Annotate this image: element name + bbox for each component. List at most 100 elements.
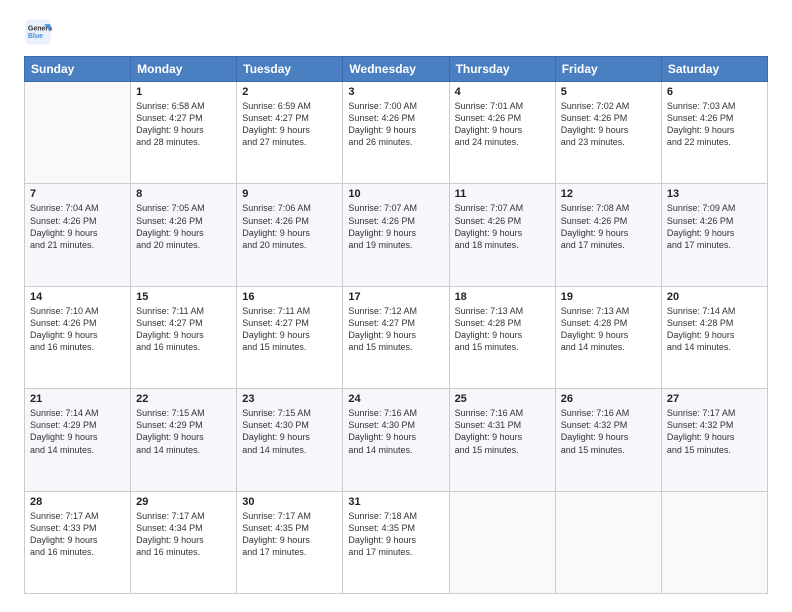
day-number: 31	[348, 496, 443, 508]
day-info: Sunrise: 7:16 AM Sunset: 4:31 PM Dayligh…	[455, 407, 550, 456]
day-number: 3	[348, 86, 443, 98]
day-number: 13	[667, 188, 762, 200]
day-number: 19	[561, 291, 656, 303]
calendar-cell	[25, 82, 131, 184]
calendar-week-row: 21Sunrise: 7:14 AM Sunset: 4:29 PM Dayli…	[25, 389, 768, 491]
day-info: Sunrise: 7:13 AM Sunset: 4:28 PM Dayligh…	[561, 305, 656, 354]
day-number: 30	[242, 496, 337, 508]
calendar-cell: 11 Sunrise: 7:07 AM Sunset: 4:26 PM Dayli…	[449, 184, 555, 286]
day-info: Sunrise: 7:06 AM Sunset: 4:26 PM Dayligh…	[242, 202, 337, 251]
calendar-week-row: 7Sunrise: 7:04 AM Sunset: 4:26 PM Daylig…	[25, 184, 768, 286]
day-info: Sunrise: 6:59 AM Sunset: 4:27 PM Dayligh…	[242, 100, 337, 149]
calendar-week-row: 14 Sunrise: 7:10 AM Sunset: 4:26 PM Dayli…	[25, 286, 768, 388]
day-info: Sunrise: 6:58 AM Sunset: 4:27 PM Dayligh…	[136, 100, 231, 149]
calendar-cell: 2 Sunrise: 6:59 AM Sunset: 4:27 PM Daylig…	[237, 82, 343, 184]
day-number: 9	[242, 188, 337, 200]
day-info: Sunrise: 7:01 AM Sunset: 4:26 PM Dayligh…	[455, 100, 550, 149]
calendar-cell: 27 Sunrise: 7:17 AM Sunset: 4:32 PM Dayli…	[661, 389, 767, 491]
day-info: Sunrise: 7:09 AM Sunset: 4:26 PM Dayligh…	[667, 202, 762, 251]
day-number: 11	[455, 188, 550, 200]
calendar-cell	[449, 491, 555, 593]
day-number: 22	[136, 393, 231, 405]
day-number: 10	[348, 188, 443, 200]
calendar-cell: 19 Sunrise: 7:13 AM Sunset: 4:28 PM Dayli…	[555, 286, 661, 388]
logo-icon: General Blue	[24, 18, 52, 46]
calendar-cell: 20 Sunrise: 7:14 AM Sunset: 4:28 PM Dayli…	[661, 286, 767, 388]
day-number: 23	[242, 393, 337, 405]
day-number: 24	[348, 393, 443, 405]
day-info: Sunrise: 7:02 AM Sunset: 4:26 PM Dayligh…	[561, 100, 656, 149]
day-info: Sunrise: 7:08 AM Sunset: 4:26 PM Dayligh…	[561, 202, 656, 251]
day-number: 5	[561, 86, 656, 98]
day-number: 16	[242, 291, 337, 303]
calendar-header-row: SundayMondayTuesdayWednesdayThursdayFrid…	[25, 57, 768, 82]
day-info: Sunrise: 7:07 AM Sunset: 4:26 PM Dayligh…	[348, 202, 443, 251]
day-info: Sunrise: 7:17 AM Sunset: 4:33 PM Dayligh…	[30, 510, 125, 559]
calendar-cell: 14 Sunrise: 7:10 AM Sunset: 4:26 PM Dayli…	[25, 286, 131, 388]
calendar-cell: 28 Sunrise: 7:17 AM Sunset: 4:33 PM Dayli…	[25, 491, 131, 593]
calendar-cell: 30 Sunrise: 7:17 AM Sunset: 4:35 PM Dayli…	[237, 491, 343, 593]
day-number: 21	[30, 393, 125, 405]
calendar-cell: 7Sunrise: 7:04 AM Sunset: 4:26 PM Daylig…	[25, 184, 131, 286]
logo: General Blue	[24, 18, 56, 46]
page: General Blue SundayMondayTuesdayWednesda…	[0, 0, 792, 612]
day-info: Sunrise: 7:15 AM Sunset: 4:30 PM Dayligh…	[242, 407, 337, 456]
calendar-cell: 17 Sunrise: 7:12 AM Sunset: 4:27 PM Dayli…	[343, 286, 449, 388]
day-info: Sunrise: 7:10 AM Sunset: 4:26 PM Dayligh…	[30, 305, 125, 354]
calendar-cell: 8Sunrise: 7:05 AM Sunset: 4:26 PM Daylig…	[131, 184, 237, 286]
calendar-cell: 29Sunrise: 7:17 AM Sunset: 4:34 PM Dayli…	[131, 491, 237, 593]
day-info: Sunrise: 7:04 AM Sunset: 4:26 PM Dayligh…	[30, 202, 125, 251]
calendar-week-row: 28 Sunrise: 7:17 AM Sunset: 4:33 PM Dayli…	[25, 491, 768, 593]
day-number: 14	[30, 291, 125, 303]
day-info: Sunrise: 7:13 AM Sunset: 4:28 PM Dayligh…	[455, 305, 550, 354]
day-number: 12	[561, 188, 656, 200]
day-info: Sunrise: 7:03 AM Sunset: 4:26 PM Dayligh…	[667, 100, 762, 149]
calendar-cell: 25 Sunrise: 7:16 AM Sunset: 4:31 PM Dayli…	[449, 389, 555, 491]
day-number: 27	[667, 393, 762, 405]
calendar-cell: 4Sunrise: 7:01 AM Sunset: 4:26 PM Daylig…	[449, 82, 555, 184]
day-info: Sunrise: 7:17 AM Sunset: 4:32 PM Dayligh…	[667, 407, 762, 456]
calendar-week-row: 1Sunrise: 6:58 AM Sunset: 4:27 PM Daylig…	[25, 82, 768, 184]
weekday-header-friday: Friday	[555, 57, 661, 82]
day-number: 6	[667, 86, 762, 98]
day-number: 25	[455, 393, 550, 405]
calendar-cell: 5 Sunrise: 7:02 AM Sunset: 4:26 PM Daylig…	[555, 82, 661, 184]
calendar-table: SundayMondayTuesdayWednesdayThursdayFrid…	[24, 56, 768, 594]
weekday-header-monday: Monday	[131, 57, 237, 82]
day-info: Sunrise: 7:07 AM Sunset: 4:26 PM Dayligh…	[455, 202, 550, 251]
calendar-cell: 13 Sunrise: 7:09 AM Sunset: 4:26 PM Dayli…	[661, 184, 767, 286]
weekday-header-wednesday: Wednesday	[343, 57, 449, 82]
calendar-cell: 9 Sunrise: 7:06 AM Sunset: 4:26 PM Daylig…	[237, 184, 343, 286]
calendar-cell	[661, 491, 767, 593]
day-number: 29	[136, 496, 231, 508]
calendar-cell: 15 Sunrise: 7:11 AM Sunset: 4:27 PM Dayli…	[131, 286, 237, 388]
day-info: Sunrise: 7:00 AM Sunset: 4:26 PM Dayligh…	[348, 100, 443, 149]
calendar-cell: 1Sunrise: 6:58 AM Sunset: 4:27 PM Daylig…	[131, 82, 237, 184]
calendar-cell: 6 Sunrise: 7:03 AM Sunset: 4:26 PM Daylig…	[661, 82, 767, 184]
day-info: Sunrise: 7:16 AM Sunset: 4:30 PM Dayligh…	[348, 407, 443, 456]
calendar-cell: 12 Sunrise: 7:08 AM Sunset: 4:26 PM Dayli…	[555, 184, 661, 286]
calendar-cell: 21Sunrise: 7:14 AM Sunset: 4:29 PM Dayli…	[25, 389, 131, 491]
weekday-header-tuesday: Tuesday	[237, 57, 343, 82]
day-info: Sunrise: 7:11 AM Sunset: 4:27 PM Dayligh…	[242, 305, 337, 354]
weekday-header-thursday: Thursday	[449, 57, 555, 82]
header: General Blue	[24, 18, 768, 46]
day-number: 28	[30, 496, 125, 508]
day-info: Sunrise: 7:16 AM Sunset: 4:32 PM Dayligh…	[561, 407, 656, 456]
calendar-cell: 31Sunrise: 7:18 AM Sunset: 4:35 PM Dayli…	[343, 491, 449, 593]
day-info: Sunrise: 7:14 AM Sunset: 4:28 PM Dayligh…	[667, 305, 762, 354]
weekday-header-sunday: Sunday	[25, 57, 131, 82]
calendar-cell: 22Sunrise: 7:15 AM Sunset: 4:29 PM Dayli…	[131, 389, 237, 491]
day-info: Sunrise: 7:11 AM Sunset: 4:27 PM Dayligh…	[136, 305, 231, 354]
weekday-header-saturday: Saturday	[661, 57, 767, 82]
calendar-cell: 18Sunrise: 7:13 AM Sunset: 4:28 PM Dayli…	[449, 286, 555, 388]
day-info: Sunrise: 7:12 AM Sunset: 4:27 PM Dayligh…	[348, 305, 443, 354]
day-number: 15	[136, 291, 231, 303]
calendar-cell: 26Sunrise: 7:16 AM Sunset: 4:32 PM Dayli…	[555, 389, 661, 491]
calendar-cell: 16 Sunrise: 7:11 AM Sunset: 4:27 PM Dayli…	[237, 286, 343, 388]
day-number: 2	[242, 86, 337, 98]
day-info: Sunrise: 7:17 AM Sunset: 4:35 PM Dayligh…	[242, 510, 337, 559]
calendar-cell: 23 Sunrise: 7:15 AM Sunset: 4:30 PM Dayli…	[237, 389, 343, 491]
day-number: 20	[667, 291, 762, 303]
day-number: 17	[348, 291, 443, 303]
